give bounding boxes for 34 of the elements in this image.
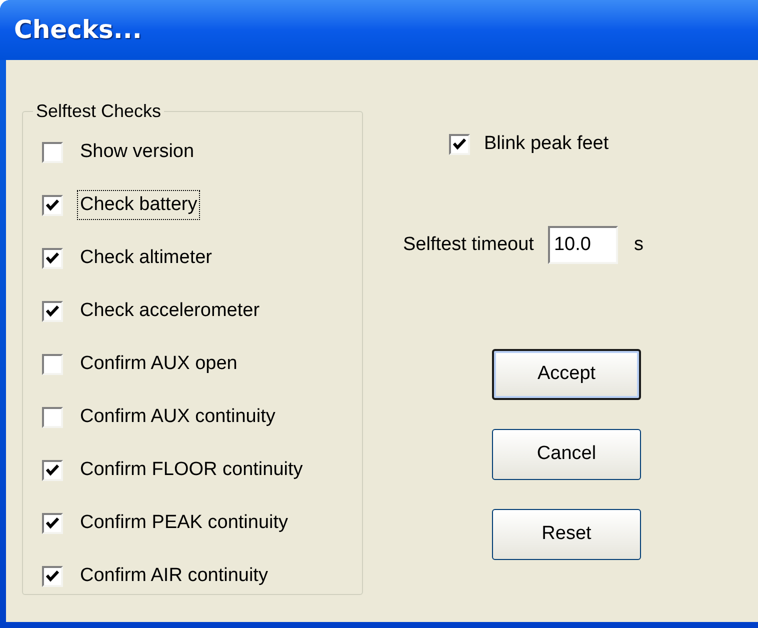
checkbox[interactable] bbox=[42, 194, 63, 216]
checkbox[interactable] bbox=[42, 300, 63, 322]
checkbox-label[interactable]: Check battery bbox=[77, 190, 200, 220]
dialog-button[interactable]: Reset bbox=[492, 509, 641, 560]
checkbox[interactable] bbox=[42, 142, 63, 162]
checkbox-label[interactable]: Confirm AIR continuity bbox=[77, 560, 271, 592]
check-icon bbox=[46, 199, 59, 211]
checkbox-label[interactable]: Confirm PEAK continuity bbox=[77, 508, 292, 538]
checkbox[interactable] bbox=[42, 248, 63, 268]
check-icon bbox=[46, 305, 59, 317]
checkbox[interactable] bbox=[42, 406, 63, 428]
field-label: Selftest timeout bbox=[403, 232, 534, 257]
checkbox[interactable] bbox=[42, 566, 63, 586]
dialog-button[interactable]: Cancel bbox=[492, 429, 641, 480]
check-icon bbox=[46, 570, 59, 582]
checkbox[interactable] bbox=[449, 134, 470, 154]
checkbox-label[interactable]: Blink peak feet bbox=[484, 130, 609, 158]
window-title: Checks... bbox=[14, 14, 142, 46]
checkbox[interactable] bbox=[42, 512, 63, 534]
checkbox-label[interactable]: Check altimeter bbox=[77, 242, 215, 274]
check-icon bbox=[46, 252, 59, 264]
checkbox-label[interactable]: Show version bbox=[77, 136, 198, 168]
checkbox-label[interactable]: Check accelerometer bbox=[77, 296, 263, 326]
check-icon bbox=[46, 517, 59, 529]
checkbox-label[interactable]: Confirm AUX open bbox=[77, 348, 240, 380]
unit-label: s bbox=[634, 232, 644, 257]
checkbox[interactable] bbox=[42, 354, 63, 374]
checkbox[interactable] bbox=[42, 460, 63, 480]
checkbox-label[interactable]: Confirm AUX continuity bbox=[77, 402, 278, 432]
check-icon bbox=[453, 138, 466, 150]
check-icon bbox=[46, 464, 59, 476]
dialog-button[interactable]: Accept bbox=[492, 349, 641, 400]
checkbox-label[interactable]: Confirm FLOOR continuity bbox=[77, 454, 306, 486]
timeout-field[interactable]: 10.0 bbox=[548, 226, 618, 264]
